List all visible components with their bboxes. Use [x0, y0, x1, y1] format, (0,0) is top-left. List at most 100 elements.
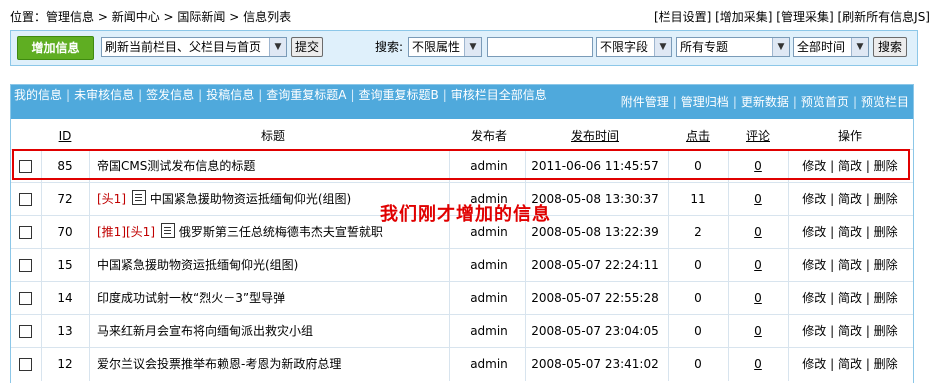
delete-link[interactable]: 删除 [874, 225, 898, 239]
chevron-down-icon: ▼ [654, 38, 671, 56]
info-title-link[interactable]: 爱尔兰议会投票推举布赖恩-考恩为新政府总理 [97, 357, 341, 371]
refresh-select-value: 刷新当前栏目、父栏目与首页 [105, 40, 262, 54]
row-comments-link[interactable]: 0 [728, 315, 788, 348]
info-title-link[interactable]: 中国紧急援助物资运抵缅甸仰光(组图) [150, 192, 351, 206]
nav-unreviewed[interactable]: 未审核信息 [74, 88, 134, 102]
info-title-link[interactable]: 印度成功试射一枚“烈火－3”型导弹 [97, 291, 285, 305]
edit-link[interactable]: 修改 [802, 324, 826, 338]
edit-link[interactable]: 修改 [802, 357, 826, 371]
nav-sep: | [258, 88, 263, 102]
row-comments-link[interactable]: 0 [728, 183, 788, 216]
edit-link[interactable]: 修改 [802, 192, 826, 206]
delete-link[interactable]: 删除 [874, 192, 898, 206]
info-title-link[interactable]: 中国紧急援助物资运抵缅甸仰光(组图) [97, 258, 298, 272]
info-title-link[interactable]: 马来红新月会宣布将向缅甸派出救灾小组 [97, 324, 313, 338]
nav-duplicate-a[interactable]: 查询重复标题A [266, 88, 346, 102]
row-checkbox[interactable] [19, 292, 32, 305]
chevron-down-icon: ▼ [269, 38, 286, 56]
row-time: 2008-05-07 22:55:28 [531, 291, 659, 305]
topic-select[interactable]: 所有专题 ▼ [676, 37, 790, 57]
field-select[interactable]: 不限字段 ▼ [596, 37, 672, 57]
delete-link[interactable]: 删除 [874, 258, 898, 272]
refresh-select[interactable]: 刷新当前栏目、父栏目与首页 ▼ [101, 37, 287, 57]
column-comments[interactable]: 评论 [728, 125, 788, 147]
row-divider [525, 348, 526, 381]
nav-sep: | [732, 95, 737, 109]
simple-edit-link[interactable]: 简改 [838, 258, 862, 272]
breadcrumb-item[interactable]: 管理信息 [46, 10, 94, 24]
row-divider [41, 183, 42, 216]
attribute-select[interactable]: 不限属性 ▼ [408, 37, 482, 57]
nav-duplicate-b[interactable]: 查询重复标题B [359, 88, 439, 102]
column-hits[interactable]: 点击 [668, 125, 728, 147]
row-time: 2008-05-07 22:24:11 [531, 258, 659, 272]
simple-edit-link[interactable]: 简改 [838, 192, 862, 206]
row-id: 12 [57, 357, 73, 371]
edit-link[interactable]: 修改 [802, 258, 826, 272]
row-divider [728, 183, 729, 216]
delete-link[interactable]: 删除 [874, 291, 898, 305]
row-comments-link[interactable]: 0 [728, 282, 788, 315]
nav-my-info[interactable]: 我的信息 [14, 88, 62, 102]
row-divider [788, 183, 789, 216]
info-title-link[interactable]: 俄罗斯第三任总统梅德韦杰夫宣誓就职 [179, 225, 383, 239]
column-time[interactable]: 发布时间 [525, 125, 665, 147]
row-publisher: admin [470, 324, 508, 338]
row-divider [728, 282, 729, 315]
highlight-box [12, 149, 910, 180]
row-publisher: admin [470, 357, 508, 371]
simple-edit-link[interactable]: 简改 [838, 324, 862, 338]
breadcrumb-prefix: 位置： [10, 10, 47, 24]
breadcrumb-item[interactable]: 新闻中心 [112, 10, 160, 24]
row-checkbox[interactable] [19, 259, 32, 272]
row-divider [449, 315, 450, 348]
row-id: 70 [57, 225, 73, 239]
nav-review-all[interactable]: 审核栏目全部信息 [451, 88, 547, 102]
edit-link[interactable]: 修改 [802, 291, 826, 305]
nav-update-data[interactable]: 更新数据 [741, 95, 789, 109]
row-divider [728, 216, 729, 249]
search-input[interactable] [487, 37, 593, 57]
nav-signed[interactable]: 签发信息 [146, 88, 194, 102]
row-divider [788, 216, 789, 249]
nav-attachments[interactable]: 附件管理 [621, 95, 669, 109]
row-comments-link[interactable]: 0 [728, 348, 788, 381]
nav-submissions[interactable]: 投稿信息 [206, 88, 254, 102]
column-id[interactable]: ID [41, 125, 89, 147]
row-checkbox[interactable] [19, 358, 32, 371]
row-checkbox[interactable] [19, 226, 32, 239]
submit-button[interactable]: 提交 [291, 37, 323, 57]
row-id: 14 [57, 291, 73, 305]
nav-preview-column[interactable]: 预览栏目 [861, 95, 909, 109]
row-checkbox[interactable] [19, 193, 32, 206]
nav-preview-home[interactable]: 预览首页 [801, 95, 849, 109]
delete-link[interactable]: 删除 [874, 357, 898, 371]
row-publisher: admin [470, 291, 508, 305]
breadcrumb-item[interactable]: 信息列表 [243, 10, 291, 24]
top-links[interactable]: [栏目设置] [增加采集] [管理采集] [刷新所有信息JS] [654, 7, 930, 27]
row-ops: 修改 | 简改 | 删除 [802, 291, 898, 305]
simple-edit-link[interactable]: 简改 [838, 225, 862, 239]
row-divider [449, 282, 450, 315]
row-hits: 0 [694, 324, 702, 338]
search-button[interactable]: 搜索 [873, 37, 907, 57]
row-comments-link[interactable]: 0 [728, 249, 788, 282]
row-ops: 修改 | 简改 | 删除 [802, 357, 898, 371]
row-divider [89, 216, 90, 249]
table-row: 13 马来红新月会宣布将向缅甸派出救灾小组 admin 2008-05-07 23:0… [11, 314, 913, 348]
add-info-button[interactable]: 增加信息 [17, 36, 94, 60]
delete-link[interactable]: 删除 [874, 324, 898, 338]
simple-edit-link[interactable]: 简改 [838, 357, 862, 371]
row-title: 中国紧急援助物资运抵缅甸仰光(组图) [97, 249, 449, 282]
row-id: 15 [57, 258, 73, 272]
time-select[interactable]: 全部时间 ▼ [793, 37, 869, 57]
row-checkbox[interactable] [19, 325, 32, 338]
simple-edit-link[interactable]: 简改 [838, 291, 862, 305]
attribute-select-value: 不限属性 [412, 40, 461, 54]
edit-link[interactable]: 修改 [802, 225, 826, 239]
breadcrumb-item[interactable]: 国际新闻 [177, 10, 225, 24]
row-divider [525, 315, 526, 348]
row-comments-link[interactable]: 0 [728, 216, 788, 249]
nav-archive[interactable]: 管理归档 [681, 95, 729, 109]
row-divider [41, 216, 42, 249]
